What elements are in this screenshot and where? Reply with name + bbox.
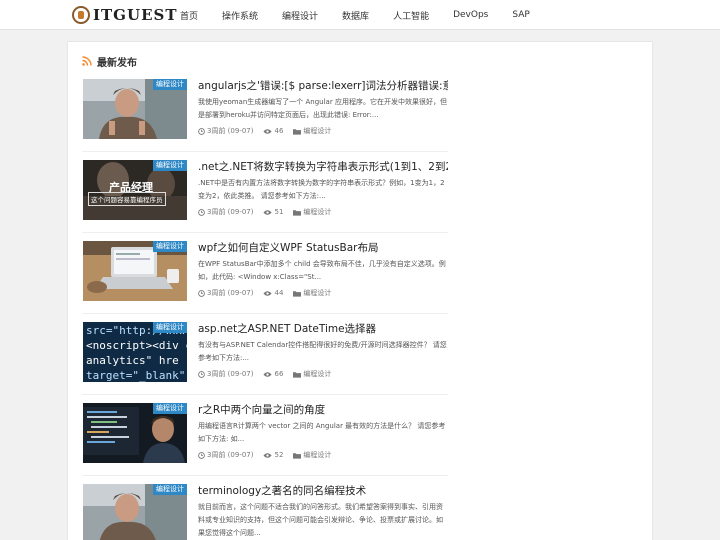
post-time: 3周前 (09-07) xyxy=(207,289,254,297)
category-badge[interactable]: 编程设计 xyxy=(153,160,187,171)
post-item: src="http://www <noscript><div cla analy… xyxy=(82,322,448,400)
post-meta: 3周前 (09-07) 46 编程设计 xyxy=(198,126,341,136)
post-meta: 3周前 (09-07) 44 编程设计 xyxy=(198,288,341,298)
category-badge[interactable]: 编程设计 xyxy=(153,79,187,90)
folder-icon xyxy=(293,209,302,216)
clock-icon xyxy=(198,208,205,216)
folder-icon xyxy=(293,290,302,297)
category-badge[interactable]: 编程设计 xyxy=(153,322,187,333)
nav-item-programming[interactable]: 编程设计 xyxy=(282,9,318,22)
post-item: 编程设计 r之R中两个向量之间的角度 用编程语言R计算两个 vector 之间的… xyxy=(82,403,448,481)
post-views: 46 xyxy=(274,127,284,135)
category-badge[interactable]: 编程设计 xyxy=(153,484,187,495)
post-category-link[interactable]: 编程设计 xyxy=(303,288,331,298)
post-excerpt: 我使用yeoman生成器编写了一个 Angular 应用程序。它在开发中效果很好… xyxy=(198,98,447,119)
post-thumbnail[interactable]: src="http://www <noscript><div cla analy… xyxy=(83,322,187,382)
post-category-link[interactable]: 编程设计 xyxy=(303,369,331,379)
post-item: 编程设计 wpf之如何自定义WPF StatusBar布局 在WPF Statu… xyxy=(82,241,448,319)
post-time: 3周前 (09-07) xyxy=(207,127,254,135)
post-views: 66 xyxy=(274,370,284,378)
post-thumbnail[interactable]: 产品经理 这个问题容易靠编程序员 编程设计 xyxy=(83,160,187,220)
latest-posts-panel: 最新发布 编程设计 angularjs之'错误:[$ parse:lexerr]… xyxy=(67,41,653,540)
post-title[interactable]: angularjs之'错误:[$ parse:lexerr]词法分析器错误:意外… xyxy=(198,79,448,93)
post-excerpt: 用编程语言R计算两个 vector 之间的 Angular 最有效的方法是什么？… xyxy=(198,422,446,443)
eye-icon xyxy=(263,209,273,215)
post-excerpt: .NET中是否有内置方法将数字转换为数字的字符串表示形式？例如，1变为1，2变为… xyxy=(198,179,445,200)
nav-item-os[interactable]: 操作系统 xyxy=(222,9,258,22)
clock-icon xyxy=(198,451,205,459)
post-category-link[interactable]: 编程设计 xyxy=(303,450,331,460)
logo-icon xyxy=(72,6,90,24)
divider xyxy=(82,151,448,152)
divider xyxy=(82,475,448,476)
site-logo[interactable]: ITGUEST xyxy=(72,5,178,25)
post-item: 产品经理 这个问题容易靠编程序员 编程设计 .net之.NET将数字转换为字符串… xyxy=(82,160,448,238)
post-title[interactable]: wpf之如何自定义WPF StatusBar布局 xyxy=(198,241,448,255)
post-thumbnail[interactable]: 编程设计 xyxy=(83,484,187,540)
post-time: 3周前 (09-07) xyxy=(207,370,254,378)
logo-text: ITGUEST xyxy=(93,6,178,24)
post-thumbnail[interactable]: 编程设计 xyxy=(83,403,187,463)
nav-item-sap[interactable]: SAP xyxy=(512,10,529,20)
eye-icon xyxy=(263,128,273,134)
post-title[interactable]: terminology之著名的同名编程技术 xyxy=(198,484,448,498)
section-header: 最新发布 xyxy=(82,54,137,69)
category-badge[interactable]: 编程设计 xyxy=(153,241,187,252)
clock-icon xyxy=(198,127,205,135)
nav-item-ai[interactable]: 人工智能 xyxy=(393,9,429,22)
rss-icon xyxy=(82,56,92,66)
post-thumbnail[interactable]: 编程设计 xyxy=(83,241,187,301)
folder-icon xyxy=(293,452,302,459)
post-thumbnail[interactable]: 编程设计 xyxy=(83,79,187,139)
folder-icon xyxy=(293,371,302,378)
post-excerpt: 就目前而言，这个问题不适合我们的问答形式。我们希望答案得到事实、引用资料或专业知… xyxy=(198,503,443,537)
nav-item-database[interactable]: 数据库 xyxy=(342,9,369,22)
clock-icon xyxy=(198,289,205,297)
nav-item-devops[interactable]: DevOps xyxy=(453,10,488,20)
post-title[interactable]: r之R中两个向量之间的角度 xyxy=(198,403,448,417)
post-views: 51 xyxy=(274,208,284,216)
divider xyxy=(82,394,448,395)
section-title: 最新发布 xyxy=(97,57,137,69)
post-meta: 3周前 (09-07) 52 编程设计 xyxy=(198,450,341,460)
post-views: 52 xyxy=(274,451,284,459)
thumbnail-caption: 这个问题容易靠编程序员 xyxy=(88,192,166,206)
nav-item-home[interactable]: 首页 xyxy=(180,9,198,22)
post-meta: 3周前 (09-07) 51 编程设计 xyxy=(198,207,341,217)
post-excerpt: 有没有与ASP.NET Calendar控件搭配得很好的免费/开源时间选择器控件… xyxy=(198,341,447,362)
clock-icon xyxy=(198,370,205,378)
eye-icon xyxy=(263,371,273,377)
post-title[interactable]: asp.net之ASP.NET DateTime选择器 xyxy=(198,322,448,336)
eye-icon xyxy=(263,452,273,458)
divider xyxy=(82,313,448,314)
post-title[interactable]: .net之.NET将数字转换为字符串表示形式(1到1、2到2 xyxy=(198,160,448,174)
post-item: 编程设计 angularjs之'错误:[$ parse:lexerr]词法分析器… xyxy=(82,79,448,157)
post-item: 编程设计 terminology之著名的同名编程技术 就目前而言，这个问题不适合… xyxy=(82,484,448,540)
post-meta: 3周前 (09-07) 66 编程设计 xyxy=(198,369,341,379)
category-badge[interactable]: 编程设计 xyxy=(153,403,187,414)
post-views: 44 xyxy=(274,289,284,297)
main-nav: 首页 操作系统 编程设计 数据库 人工智能 DevOps SAP xyxy=(168,0,530,30)
post-category-link[interactable]: 编程设计 xyxy=(303,126,331,136)
post-category-link[interactable]: 编程设计 xyxy=(303,207,331,217)
post-time: 3周前 (09-07) xyxy=(207,208,254,216)
post-excerpt: 在WPF StatusBar中添加多个 child 会导致布局不佳，几乎没有自定… xyxy=(198,260,446,281)
eye-icon xyxy=(263,290,273,296)
divider xyxy=(82,232,448,233)
top-navbar: ITGUEST 首页 操作系统 编程设计 数据库 人工智能 DevOps SAP xyxy=(0,0,720,30)
folder-icon xyxy=(293,128,302,135)
post-time: 3周前 (09-07) xyxy=(207,451,254,459)
